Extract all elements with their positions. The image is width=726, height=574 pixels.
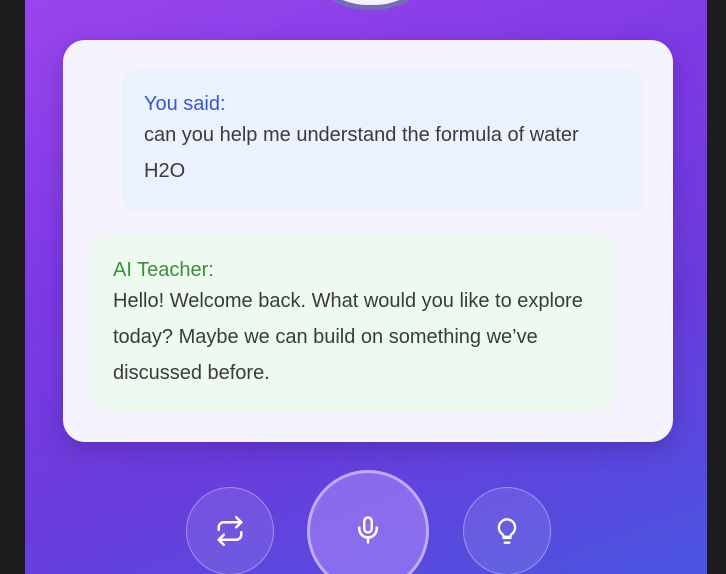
hint-button[interactable] <box>463 487 551 574</box>
microphone-button[interactable] <box>307 470 429 574</box>
avatar <box>296 0 446 10</box>
arrows-swap-icon <box>215 516 245 546</box>
lightbulb-icon <box>493 516 521 546</box>
user-message-bubble: You said: can you help me understand the… <box>122 70 644 212</box>
ai-teacher-app: You said: can you help me understand the… <box>25 0 707 574</box>
ai-message-label: AI Teacher: <box>113 259 214 281</box>
ai-message-bubble: AI Teacher: Hello! Welcome back. What wo… <box>91 236 615 412</box>
conversation-card: You said: can you help me understand the… <box>63 40 673 442</box>
microphone-icon <box>353 516 383 545</box>
user-message-label: You said: <box>144 93 226 115</box>
swap-button[interactable] <box>186 487 274 574</box>
user-message-text: can you help me understand the formula o… <box>144 124 579 182</box>
ai-message-text: Hello! Welcome back. What would you like… <box>113 290 583 384</box>
